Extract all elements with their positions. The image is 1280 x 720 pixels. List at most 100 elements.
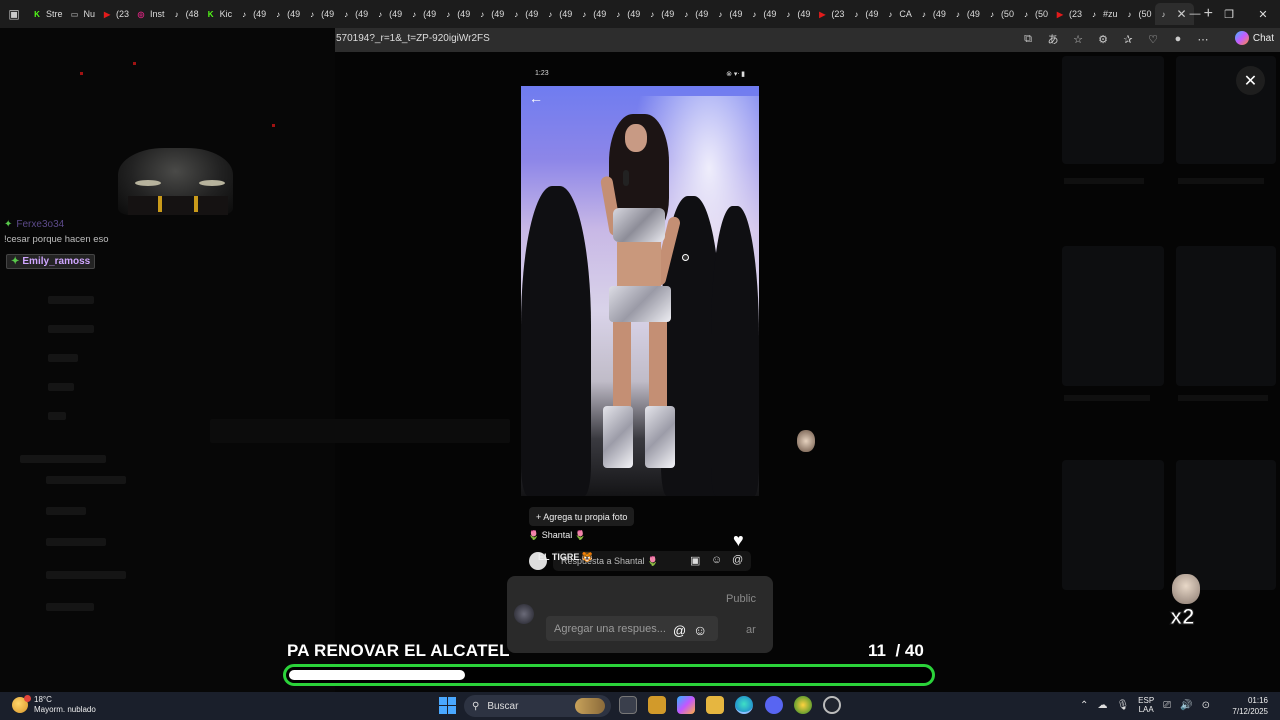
restore-icon[interactable]: ❐	[1212, 0, 1246, 28]
mention-icon[interactable]: @	[673, 623, 686, 638]
more-menu-icon[interactable]: ⋯	[1196, 31, 1210, 47]
file-explorer-icon[interactable]	[706, 696, 724, 714]
browser-tab[interactable]: ♪ (49	[915, 3, 949, 25]
extensions-icon[interactable]: ⚙	[1096, 31, 1110, 47]
browser-tab[interactable]: ▶ (23	[813, 3, 847, 25]
post-photo[interactable]: ←	[521, 86, 759, 496]
browser-tab[interactable]: ◎ Inst	[132, 3, 168, 25]
address-bar-icons: ⧉ あ ☆ ⚙ ✰ ♡ ● ⋯	[1021, 31, 1210, 47]
tab-actions-icon[interactable]: ▣	[0, 0, 28, 28]
tab-label: (50	[1034, 9, 1048, 19]
microphone	[623, 170, 629, 186]
tab-label: (49	[491, 9, 505, 19]
minimize-icon[interactable]: —	[1178, 0, 1212, 28]
favorite-star-icon[interactable]: ☆	[1071, 31, 1085, 47]
browser-tab[interactable]: ♪ (49	[609, 3, 643, 25]
post-comment-button[interactable]: ar	[746, 624, 756, 636]
browser-tab[interactable]: ♪ (49	[779, 3, 813, 25]
copilot-chat-button[interactable]: Chat	[1234, 31, 1274, 45]
tiktok-icon: ♪	[548, 9, 553, 19]
browser-tab[interactable]: ♪ CA	[881, 3, 915, 25]
store-icon[interactable]	[648, 696, 666, 714]
emoji-icon[interactable]: ☺	[711, 554, 722, 566]
browser-tab[interactable]: ▶ (23	[98, 3, 132, 25]
microphone-icon[interactable]: 🎙	[1116, 700, 1129, 711]
browser-tab[interactable]: ♪ (49	[575, 3, 609, 25]
browser-tab[interactable]: ♪ (49	[745, 3, 779, 25]
browser-tab[interactable]: ▶ (23	[1051, 3, 1085, 25]
browser-tab[interactable]: ♪ (49	[371, 3, 405, 25]
browser-tab[interactable]: K Kic	[202, 3, 236, 25]
mention-icon[interactable]: @	[732, 554, 743, 566]
browser-tab[interactable]: ♪ (49	[643, 3, 677, 25]
dim-caption	[1064, 395, 1150, 401]
close-viewer-button[interactable]: ✕	[1236, 66, 1265, 95]
obs-icon[interactable]	[823, 696, 841, 714]
task-view-icon[interactable]	[619, 696, 637, 714]
windows-start-icon[interactable]	[439, 697, 456, 714]
browser-tab[interactable]: ♪ (50	[1121, 3, 1155, 25]
browser-tab[interactable]: ♪ (49	[269, 3, 303, 25]
weather-widget[interactable]: 18°C Mayorm. nublado	[12, 695, 96, 715]
browser-tab[interactable]: ♪ (49	[337, 3, 371, 25]
goal-progress-bar	[283, 664, 935, 686]
back-arrow-icon[interactable]: ←	[529, 90, 543, 106]
open-in-app-icon[interactable]: ⧉	[1021, 31, 1035, 47]
discord-icon[interactable]	[765, 696, 783, 714]
chrome-icon[interactable]	[794, 696, 812, 714]
browser-tab[interactable]: ♪ (49	[541, 3, 575, 25]
onedrive-icon[interactable]: ☁	[1097, 700, 1107, 711]
battery-icon[interactable]: ⊙	[1202, 700, 1210, 711]
language-indicator[interactable]: ESP LAA	[1138, 696, 1154, 714]
browser-tab[interactable]: ♪ (49	[677, 3, 711, 25]
url-field[interactable]: 570194?_r=1&_t=ZP-920igiWr2FS	[336, 33, 490, 44]
volume-icon[interactable]: 🔊	[1180, 700, 1192, 711]
browser-tab[interactable]: ♪ (49	[439, 3, 473, 25]
browser-tab[interactable]: ♪ (49	[507, 3, 541, 25]
browser-tab[interactable]: ♪ (49	[847, 3, 881, 25]
search-icon: ⚲	[472, 700, 480, 712]
tiktok-icon: ♪	[752, 9, 757, 19]
performer-shorts	[609, 286, 671, 322]
browser-tab[interactable]: ♪ (49	[473, 3, 507, 25]
show-hidden-icons-icon[interactable]: ⌃	[1080, 700, 1088, 711]
phone-time: 1:23	[535, 70, 549, 77]
dim-video-thumbnail	[1062, 460, 1164, 590]
copilot-app-icon[interactable]	[677, 696, 695, 714]
tab-label: (49	[423, 9, 437, 19]
clock[interactable]: 01:16 7/12/2025	[1232, 695, 1268, 717]
tab-label: (48	[185, 9, 199, 19]
like-heart-icon[interactable]: ♥	[733, 530, 744, 551]
image-icon[interactable]: ▣	[690, 554, 700, 567]
instagram-icon: ◎	[137, 9, 145, 19]
performer-torso	[617, 242, 661, 292]
taskbar-search[interactable]: ⚲ Buscar	[464, 695, 611, 717]
profile-avatar[interactable]: ●	[1171, 31, 1185, 47]
translate-icon[interactable]: あ	[1046, 31, 1060, 47]
emoji-icon[interactable]: ☺	[693, 622, 707, 638]
post-author[interactable]: 🌷 Shantal 🌷	[528, 530, 586, 541]
browser-tab[interactable]: ♪ (49	[405, 3, 439, 25]
browser-tab[interactable]: ♪ #zu	[1085, 3, 1121, 25]
browser-tab[interactable]: ♪ (50	[983, 3, 1017, 25]
browser-tab[interactable]: ♪ (50	[1017, 3, 1051, 25]
favorites-icon[interactable]: ✰	[1121, 31, 1135, 47]
browser-tab[interactable]: K Stre	[28, 3, 66, 25]
browser-tab[interactable]: ▭ Nu	[66, 3, 99, 25]
network-icon[interactable]: ⎚	[1163, 700, 1171, 711]
add-photo-button[interactable]: + Agrega tu propia foto	[529, 507, 635, 526]
dimmed-page-left	[0, 215, 335, 692]
tab-label: Nu	[83, 9, 96, 19]
browser-essentials-icon[interactable]: ♡	[1146, 31, 1160, 47]
chat-message: !cesar porque hacen eso	[4, 234, 109, 245]
phone-status-bar: 1:23 ⊗ ▾ᐧ ▮	[521, 70, 759, 82]
browser-tab[interactable]: ♪ (49	[303, 3, 337, 25]
browser-tab[interactable]: ♪ (49	[949, 3, 983, 25]
browser-tab[interactable]: ♪ (48	[168, 3, 202, 25]
visibility-label[interactable]: Public	[726, 593, 756, 605]
close-window-icon[interactable]: ✕	[1246, 0, 1280, 28]
sticker-face	[1172, 574, 1200, 604]
browser-tab[interactable]: ♪ (49	[235, 3, 269, 25]
browser-tab[interactable]: ♪ (49	[711, 3, 745, 25]
edge-browser-icon[interactable]	[735, 696, 753, 714]
